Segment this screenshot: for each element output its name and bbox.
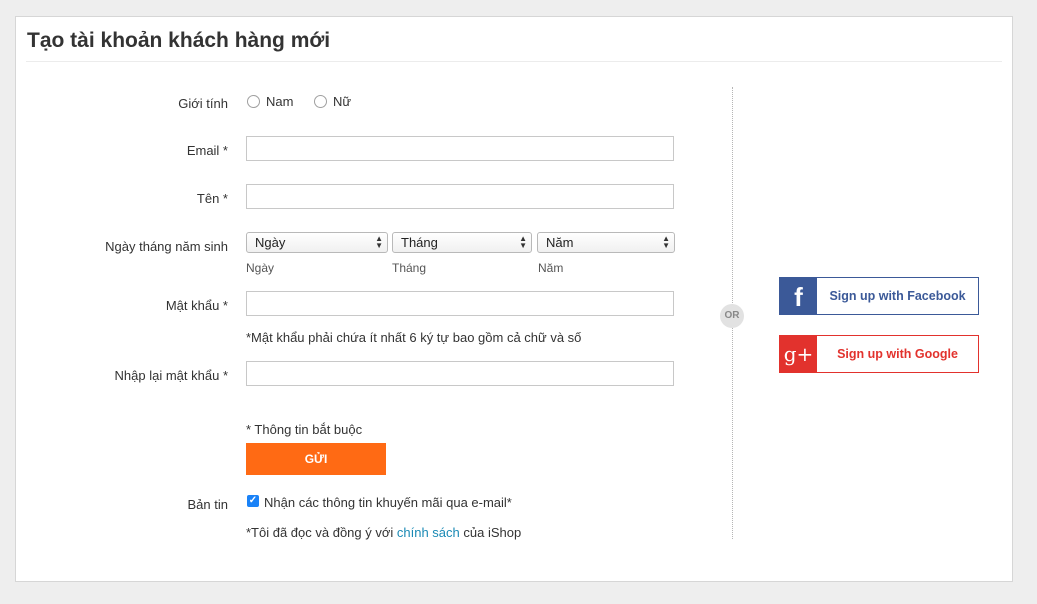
- submit-button[interactable]: GỬI: [246, 443, 386, 475]
- title-divider: [26, 61, 1002, 62]
- password-confirm-label: Nhập lại mật khẩu *: [114, 368, 228, 383]
- gender-male-label: Nam: [266, 94, 294, 109]
- birth-day-caption: Ngày: [246, 261, 275, 275]
- password-hint: *Mật khẩu phải chứa ít nhất 6 ký tự bao …: [246, 330, 582, 345]
- facebook-icon: f: [780, 278, 817, 314]
- facebook-signup-button[interactable]: f Sign up with Facebook: [779, 277, 979, 315]
- email-field[interactable]: [246, 136, 674, 161]
- gender-female-label: Nữ: [333, 94, 352, 109]
- birth-month-select[interactable]: Tháng ▲ ▼: [392, 232, 532, 253]
- newsletter-checkbox-label: Nhận các thông tin khuyến mãi qua e-mail…: [264, 495, 512, 510]
- birth-month-selected: Tháng: [401, 235, 438, 250]
- gender-male-radio[interactable]: [247, 95, 260, 108]
- terms-prefix: *Tôi đã đọc và đồng ý với: [246, 525, 397, 540]
- required-note: * Thông tin bắt buộc: [246, 422, 363, 437]
- birth-day-select[interactable]: Ngày ▲ ▼: [246, 232, 388, 253]
- newsletter-checkbox[interactable]: ✓: [247, 495, 259, 507]
- checkmark-icon: ✓: [248, 495, 258, 506]
- email-label: Email *: [186, 143, 228, 158]
- birth-month-caption: Tháng: [392, 261, 427, 275]
- name-field[interactable]: [246, 184, 674, 209]
- terms-text: *Tôi đã đọc và đồng ý với chính sách của…: [246, 525, 521, 540]
- policy-link[interactable]: chính sách: [397, 525, 460, 540]
- password-field[interactable]: [246, 291, 674, 316]
- google-signup-label: Sign up with Google: [837, 347, 958, 361]
- facebook-signup-label: Sign up with Facebook: [829, 289, 966, 303]
- select-arrows-icon: ▲ ▼: [519, 234, 527, 250]
- birth-year-select[interactable]: Năm ▲ ▼: [537, 232, 675, 253]
- password-confirm-field[interactable]: [246, 361, 674, 386]
- signup-panel: Tạo tài khoản khách hàng mới Giới tính N…: [15, 16, 1013, 582]
- password-label: Mật khẩu *: [165, 298, 228, 313]
- select-arrows-icon: ▲ ▼: [375, 234, 383, 250]
- gender-label: Giới tính: [178, 96, 228, 111]
- gender-female-radio[interactable]: [314, 95, 327, 108]
- or-badge: OR: [720, 304, 744, 328]
- newsletter-label: Bản tin: [187, 497, 228, 512]
- birth-year-caption: Năm: [538, 261, 564, 275]
- google-signup-button[interactable]: g+ Sign up with Google: [779, 335, 979, 373]
- page-title: Tạo tài khoản khách hàng mới: [27, 29, 331, 52]
- select-arrows-icon: ▲ ▼: [662, 234, 670, 250]
- birth-day-selected: Ngày: [255, 235, 286, 250]
- terms-suffix: của iShop: [459, 525, 522, 540]
- birth-year-selected: Năm: [546, 235, 574, 250]
- birthdate-label: Ngày tháng năm sinh: [105, 239, 228, 254]
- google-plus-icon: g+: [780, 336, 817, 372]
- name-label: Tên *: [196, 191, 228, 206]
